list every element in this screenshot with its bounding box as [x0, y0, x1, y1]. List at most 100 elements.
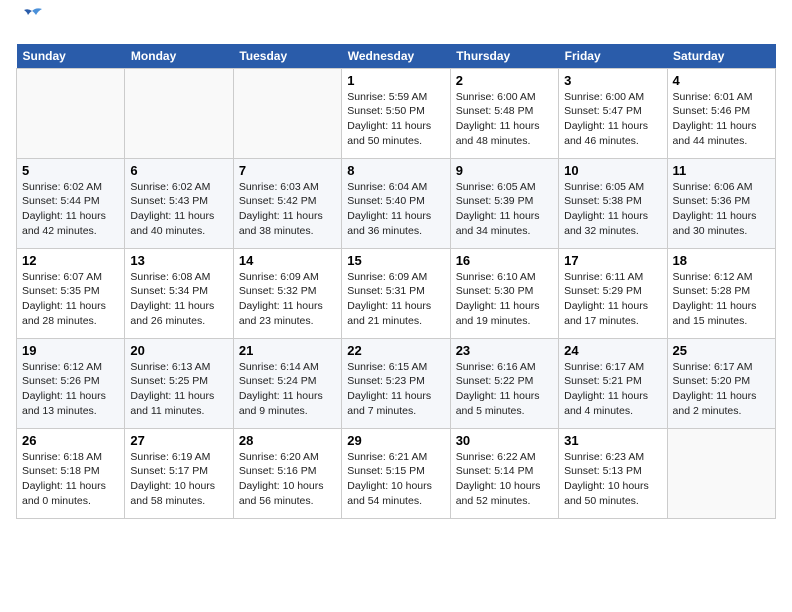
day-info: Sunrise: 6:20 AM Sunset: 5:16 PM Dayligh…: [239, 450, 336, 509]
day-info: Sunrise: 6:12 AM Sunset: 5:26 PM Dayligh…: [22, 360, 119, 419]
calendar-cell: [125, 68, 233, 158]
weekday-header-friday: Friday: [559, 44, 667, 69]
calendar-cell: 7 Sunrise: 6:03 AM Sunset: 5:42 PM Daylig…: [233, 158, 341, 248]
day-number: 11: [673, 163, 770, 178]
calendar-cell: 27 Sunrise: 6:19 AM Sunset: 5:17 PM Dayli…: [125, 428, 233, 518]
calendar-cell: 6 Sunrise: 6:02 AM Sunset: 5:43 PM Daylig…: [125, 158, 233, 248]
calendar-table: SundayMondayTuesdayWednesdayThursdayFrid…: [16, 44, 776, 519]
day-number: 13: [130, 253, 227, 268]
day-number: 26: [22, 433, 119, 448]
calendar-week-2: 5 Sunrise: 6:02 AM Sunset: 5:44 PM Daylig…: [17, 158, 776, 248]
calendar-cell: 10 Sunrise: 6:05 AM Sunset: 5:38 PM Dayli…: [559, 158, 667, 248]
calendar-cell: 18 Sunrise: 6:12 AM Sunset: 5:28 PM Dayli…: [667, 248, 775, 338]
day-info: Sunrise: 6:02 AM Sunset: 5:43 PM Dayligh…: [130, 180, 227, 239]
day-info: Sunrise: 6:23 AM Sunset: 5:13 PM Dayligh…: [564, 450, 661, 509]
calendar-cell: 21 Sunrise: 6:14 AM Sunset: 5:24 PM Dayli…: [233, 338, 341, 428]
weekday-header-row: SundayMondayTuesdayWednesdayThursdayFrid…: [17, 44, 776, 69]
day-info: Sunrise: 6:11 AM Sunset: 5:29 PM Dayligh…: [564, 270, 661, 329]
day-info: Sunrise: 6:02 AM Sunset: 5:44 PM Dayligh…: [22, 180, 119, 239]
logo: [16, 16, 46, 36]
day-number: 14: [239, 253, 336, 268]
calendar-cell: 1Sunrise: 5:59 AM Sunset: 5:50 PM Daylig…: [342, 68, 450, 158]
calendar-cell: 9 Sunrise: 6:05 AM Sunset: 5:39 PM Daylig…: [450, 158, 558, 248]
calendar-cell: 19 Sunrise: 6:12 AM Sunset: 5:26 PM Dayli…: [17, 338, 125, 428]
day-number: 22: [347, 343, 444, 358]
day-info: Sunrise: 6:14 AM Sunset: 5:24 PM Dayligh…: [239, 360, 336, 419]
day-number: 18: [673, 253, 770, 268]
day-number: 24: [564, 343, 661, 358]
day-info: Sunrise: 6:16 AM Sunset: 5:22 PM Dayligh…: [456, 360, 553, 419]
calendar-week-5: 26 Sunrise: 6:18 AM Sunset: 5:18 PM Dayli…: [17, 428, 776, 518]
calendar-week-1: 1Sunrise: 5:59 AM Sunset: 5:50 PM Daylig…: [17, 68, 776, 158]
calendar-cell: 3 Sunrise: 6:00 AM Sunset: 5:47 PM Daylig…: [559, 68, 667, 158]
day-info: Sunrise: 6:19 AM Sunset: 5:17 PM Dayligh…: [130, 450, 227, 509]
day-number: 3: [564, 73, 661, 88]
day-number: 28: [239, 433, 336, 448]
calendar-cell: 13Sunrise: 6:08 AM Sunset: 5:34 PM Dayli…: [125, 248, 233, 338]
day-number: 27: [130, 433, 227, 448]
day-number: 20: [130, 343, 227, 358]
calendar-cell: 31Sunrise: 6:23 AM Sunset: 5:13 PM Dayli…: [559, 428, 667, 518]
calendar-cell: 28 Sunrise: 6:20 AM Sunset: 5:16 PM Dayli…: [233, 428, 341, 518]
day-info: Sunrise: 6:12 AM Sunset: 5:28 PM Dayligh…: [673, 270, 770, 329]
calendar-cell: 16 Sunrise: 6:10 AM Sunset: 5:30 PM Dayli…: [450, 248, 558, 338]
page-header: [16, 16, 776, 36]
calendar-cell: 14Sunrise: 6:09 AM Sunset: 5:32 PM Dayli…: [233, 248, 341, 338]
day-number: 7: [239, 163, 336, 178]
day-number: 17: [564, 253, 661, 268]
day-number: 10: [564, 163, 661, 178]
calendar-cell: 30Sunrise: 6:22 AM Sunset: 5:14 PM Dayli…: [450, 428, 558, 518]
calendar-cell: [17, 68, 125, 158]
day-info: Sunrise: 5:59 AM Sunset: 5:50 PM Dayligh…: [347, 90, 444, 149]
weekday-header-sunday: Sunday: [17, 44, 125, 69]
day-info: Sunrise: 6:09 AM Sunset: 5:31 PM Dayligh…: [347, 270, 444, 329]
weekday-header-saturday: Saturday: [667, 44, 775, 69]
calendar-cell: 26 Sunrise: 6:18 AM Sunset: 5:18 PM Dayli…: [17, 428, 125, 518]
day-number: 9: [456, 163, 553, 178]
day-info: Sunrise: 6:18 AM Sunset: 5:18 PM Dayligh…: [22, 450, 119, 509]
calendar-cell: 5 Sunrise: 6:02 AM Sunset: 5:44 PM Daylig…: [17, 158, 125, 248]
calendar-cell: 4 Sunrise: 6:01 AM Sunset: 5:46 PM Daylig…: [667, 68, 775, 158]
day-number: 19: [22, 343, 119, 358]
calendar-cell: 8Sunrise: 6:04 AM Sunset: 5:40 PM Daylig…: [342, 158, 450, 248]
day-info: Sunrise: 6:06 AM Sunset: 5:36 PM Dayligh…: [673, 180, 770, 239]
calendar-cell: 29 Sunrise: 6:21 AM Sunset: 5:15 PM Dayli…: [342, 428, 450, 518]
calendar-cell: [667, 428, 775, 518]
day-info: Sunrise: 6:21 AM Sunset: 5:15 PM Dayligh…: [347, 450, 444, 509]
day-number: 16: [456, 253, 553, 268]
calendar-week-4: 19 Sunrise: 6:12 AM Sunset: 5:26 PM Dayli…: [17, 338, 776, 428]
calendar-cell: 20 Sunrise: 6:13 AM Sunset: 5:25 PM Dayli…: [125, 338, 233, 428]
day-number: 29: [347, 433, 444, 448]
calendar-cell: 25 Sunrise: 6:17 AM Sunset: 5:20 PM Dayli…: [667, 338, 775, 428]
day-info: Sunrise: 6:10 AM Sunset: 5:30 PM Dayligh…: [456, 270, 553, 329]
day-number: 8: [347, 163, 444, 178]
weekday-header-wednesday: Wednesday: [342, 44, 450, 69]
day-info: Sunrise: 6:05 AM Sunset: 5:39 PM Dayligh…: [456, 180, 553, 239]
day-number: 12: [22, 253, 119, 268]
calendar-cell: 12 Sunrise: 6:07 AM Sunset: 5:35 PM Dayli…: [17, 248, 125, 338]
calendar-cell: 24 Sunrise: 6:17 AM Sunset: 5:21 PM Dayli…: [559, 338, 667, 428]
day-number: 4: [673, 73, 770, 88]
logo-bird-icon: [18, 7, 46, 27]
day-info: Sunrise: 6:07 AM Sunset: 5:35 PM Dayligh…: [22, 270, 119, 329]
day-info: Sunrise: 6:17 AM Sunset: 5:20 PM Dayligh…: [673, 360, 770, 419]
day-info: Sunrise: 6:17 AM Sunset: 5:21 PM Dayligh…: [564, 360, 661, 419]
day-number: 25: [673, 343, 770, 358]
day-info: Sunrise: 6:03 AM Sunset: 5:42 PM Dayligh…: [239, 180, 336, 239]
day-info: Sunrise: 6:01 AM Sunset: 5:46 PM Dayligh…: [673, 90, 770, 149]
calendar-cell: 23 Sunrise: 6:16 AM Sunset: 5:22 PM Dayli…: [450, 338, 558, 428]
weekday-header-tuesday: Tuesday: [233, 44, 341, 69]
calendar-cell: 11 Sunrise: 6:06 AM Sunset: 5:36 PM Dayli…: [667, 158, 775, 248]
day-number: 6: [130, 163, 227, 178]
day-number: 2: [456, 73, 553, 88]
day-number: 23: [456, 343, 553, 358]
day-info: Sunrise: 6:13 AM Sunset: 5:25 PM Dayligh…: [130, 360, 227, 419]
day-info: Sunrise: 6:05 AM Sunset: 5:38 PM Dayligh…: [564, 180, 661, 239]
day-info: Sunrise: 6:22 AM Sunset: 5:14 PM Dayligh…: [456, 450, 553, 509]
day-number: 21: [239, 343, 336, 358]
calendar-cell: 15Sunrise: 6:09 AM Sunset: 5:31 PM Dayli…: [342, 248, 450, 338]
day-number: 5: [22, 163, 119, 178]
day-info: Sunrise: 6:00 AM Sunset: 5:48 PM Dayligh…: [456, 90, 553, 149]
day-info: Sunrise: 6:00 AM Sunset: 5:47 PM Dayligh…: [564, 90, 661, 149]
calendar-cell: [233, 68, 341, 158]
